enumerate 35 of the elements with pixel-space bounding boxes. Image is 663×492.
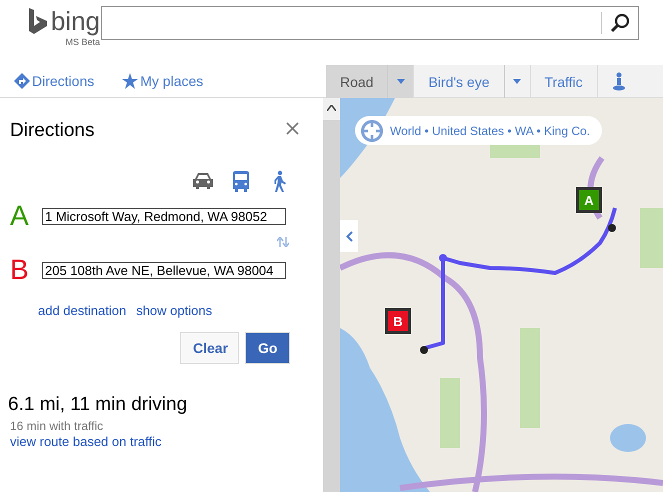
address-field[interactable]: 1 Microsoft Way, Redmond, WA 98052	[42, 208, 286, 224]
map-tab[interactable]: Traffic	[530, 65, 597, 98]
link[interactable]: show options	[136, 303, 212, 318]
panel-title: Directions	[10, 120, 94, 142]
collapse-button[interactable]	[340, 220, 358, 252]
map-tab[interactable]: Bird's eye	[414, 65, 504, 98]
breadcrumb-text[interactable]: World • United States • WA • King Co.	[390, 124, 590, 138]
search-icon	[610, 13, 630, 33]
map-marker[interactable]: A	[576, 187, 602, 213]
search-field[interactable]	[101, 6, 639, 40]
go-button[interactable]: Go	[245, 332, 290, 364]
close-icon	[286, 122, 299, 135]
link[interactable]: add destination	[38, 303, 126, 318]
directions-icon	[14, 73, 30, 89]
person-icon[interactable]	[612, 72, 626, 92]
logo-icon	[28, 8, 47, 34]
logo-subtitle: MS Beta	[65, 37, 100, 47]
star-icon	[122, 73, 138, 89]
map-marker[interactable]: B	[385, 308, 411, 334]
logo-text: bing	[50, 6, 100, 36]
locate-icon[interactable]	[360, 118, 384, 142]
clear-button[interactable]: Clear	[180, 332, 239, 364]
scroll-up-icon[interactable]	[327, 105, 336, 111]
waypoint-letter: A	[10, 201, 30, 231]
caret-icon	[513, 79, 521, 84]
scrollbar[interactable]	[323, 98, 340, 492]
caret-icon	[396, 79, 405, 84]
traffic-note: 16 min with traffic	[10, 419, 104, 433]
chevron-icon	[346, 230, 352, 242]
route-summary: 6.1 mi, 11 min driving	[8, 394, 188, 416]
traffic-link[interactable]: view route based on traffic	[10, 434, 162, 449]
nav-link[interactable]: Directions	[14, 73, 94, 89]
waypoint-letter: B	[10, 255, 30, 285]
nav-link[interactable]: My places	[122, 73, 204, 89]
address-field[interactable]: 205 108th Ave NE, Bellevue, WA 98004	[42, 262, 286, 278]
